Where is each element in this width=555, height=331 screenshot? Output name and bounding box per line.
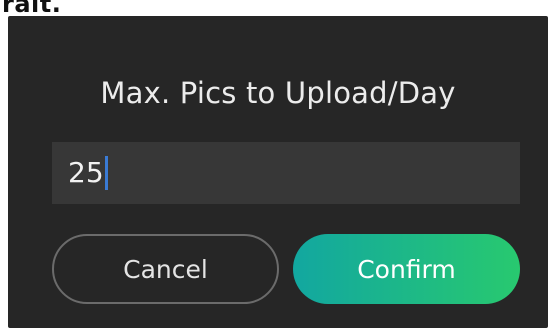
upload-limit-dialog: Max. Pics to Upload/Day 25 Cancel Confir…: [8, 16, 548, 328]
max-pics-input[interactable]: 25: [52, 142, 520, 204]
text-caret: [104, 156, 108, 190]
input-value: 25: [68, 156, 104, 189]
cancel-button[interactable]: Cancel: [52, 234, 279, 304]
screen: rait. Max. Pics to Upload/Day 25 Cancel …: [0, 0, 555, 331]
dialog-title: Max. Pics to Upload/Day: [100, 76, 456, 110]
confirm-button[interactable]: Confirm: [293, 234, 520, 304]
